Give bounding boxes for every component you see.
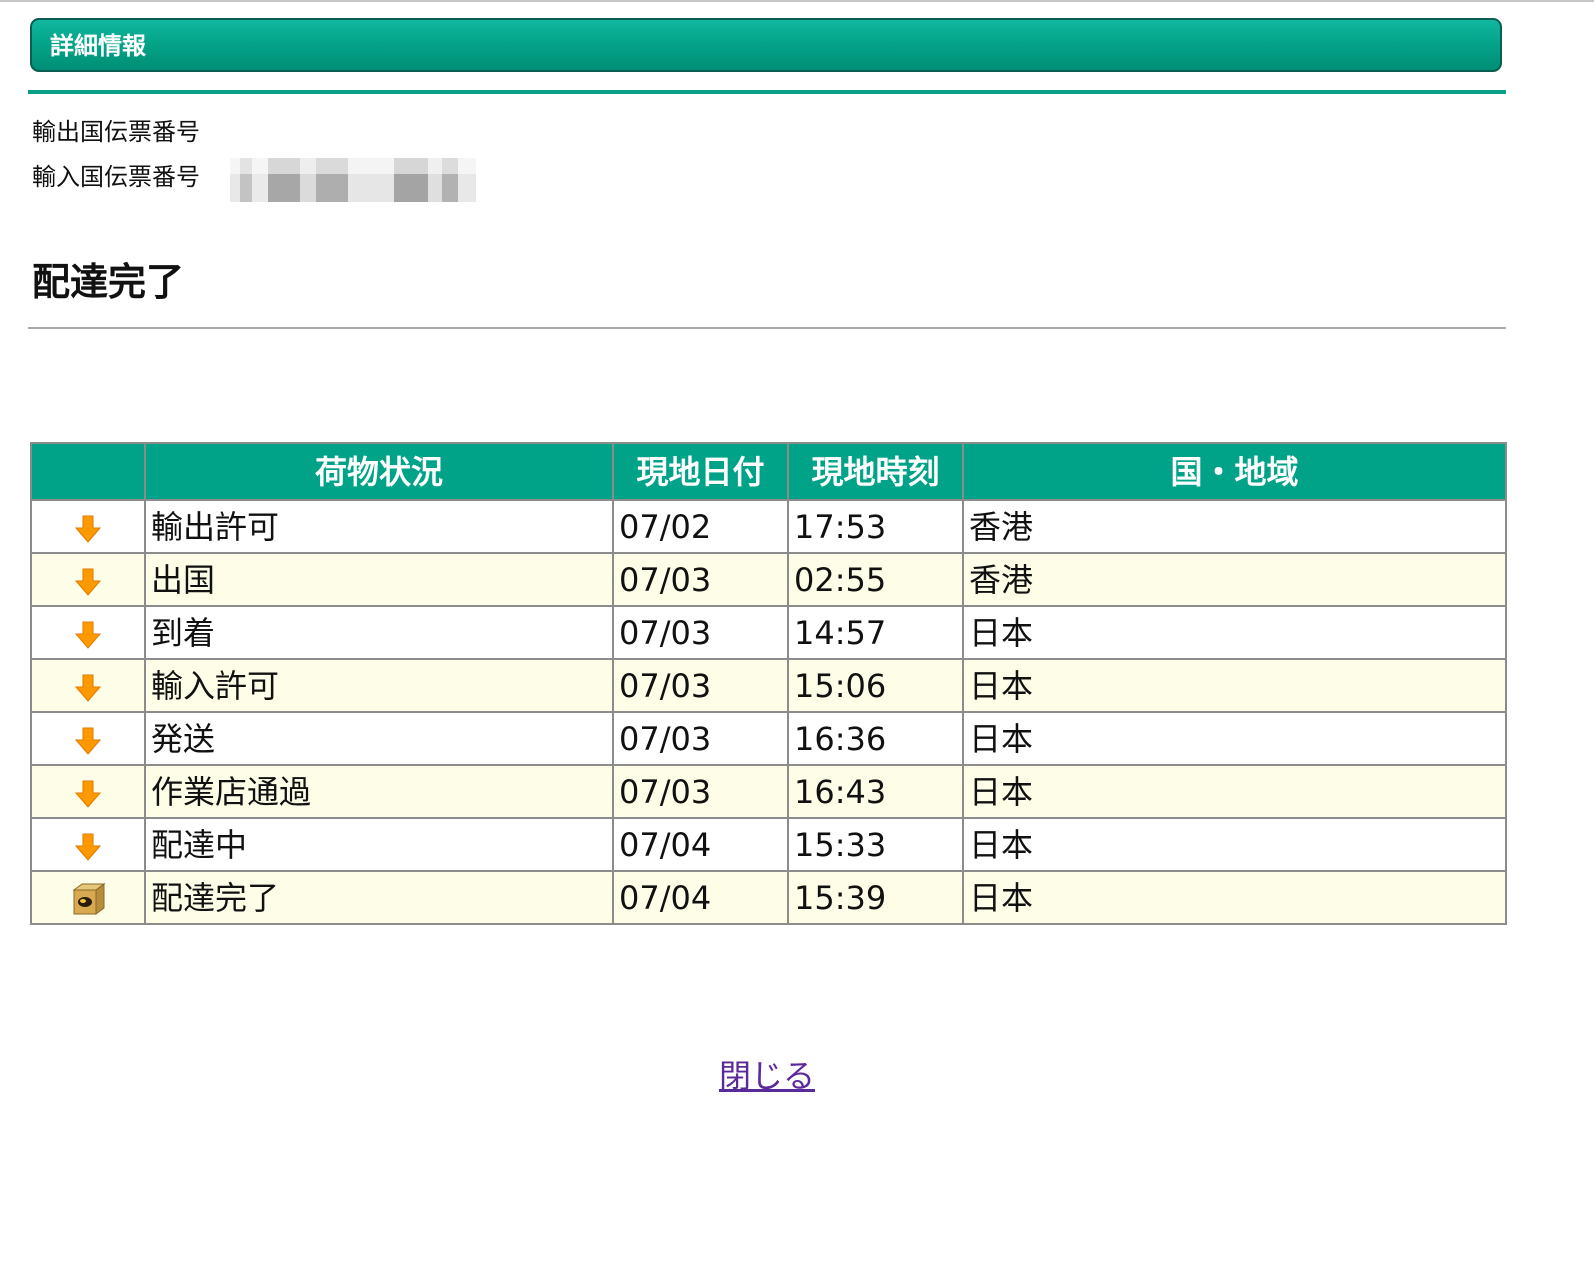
row-status: 輸出許可 xyxy=(144,499,614,554)
row-icon-cell xyxy=(30,764,146,819)
row-icon-cell xyxy=(30,605,146,660)
tracking-history-table: 荷物状況 現地日付 現地時刻 国・地域 輸出許可 07/02 17:53 香港 出国 07… xyxy=(30,442,1507,925)
row-time: 02:55 xyxy=(787,552,964,607)
header-icon xyxy=(30,442,146,501)
row-region: 香港 xyxy=(962,499,1507,554)
import-tracking-label: 輸入国伝票番号 xyxy=(32,163,200,191)
row-region: 日本 xyxy=(962,870,1507,925)
delivered-box-icon xyxy=(72,883,106,915)
row-icon-cell xyxy=(30,552,146,607)
delivery-status-heading: 配達完了 xyxy=(32,260,185,304)
row-date: 07/03 xyxy=(612,711,789,766)
close-link[interactable]: 閉じる xyxy=(719,1058,815,1094)
row-time: 17:53 xyxy=(787,499,964,554)
header-package-status: 荷物状況 xyxy=(144,442,614,501)
down-arrow-icon xyxy=(75,727,101,755)
row-region: 日本 xyxy=(962,658,1507,713)
row-status: 発送 xyxy=(144,711,614,766)
row-region: 日本 xyxy=(962,605,1507,660)
row-date: 07/03 xyxy=(612,552,789,607)
table-row: 作業店通過 07/03 16:43 日本 xyxy=(30,764,1507,819)
status-divider xyxy=(28,327,1506,329)
down-arrow-icon xyxy=(75,674,101,702)
table-row: 発送 07/03 16:36 日本 xyxy=(30,711,1507,766)
row-status: 作業店通過 xyxy=(144,764,614,819)
row-date: 07/03 xyxy=(612,658,789,713)
row-status: 配達中 xyxy=(144,817,614,872)
row-date: 07/04 xyxy=(612,817,789,872)
down-arrow-icon xyxy=(75,833,101,861)
header-local-time: 現地時刻 xyxy=(787,442,964,501)
row-time: 14:57 xyxy=(787,605,964,660)
export-tracking-label: 輸出国伝票番号 xyxy=(32,118,200,146)
down-arrow-icon xyxy=(75,621,101,649)
table-row: 輸入許可 07/03 15:06 日本 xyxy=(30,658,1507,713)
row-status: 到着 xyxy=(144,605,614,660)
banner-title: 詳細情報 xyxy=(50,32,146,60)
row-icon-cell xyxy=(30,658,146,713)
down-arrow-icon xyxy=(75,568,101,596)
row-icon-cell xyxy=(30,817,146,872)
table-row: 配達中 07/04 15:33 日本 xyxy=(30,817,1507,872)
table-row: 到着 07/03 14:57 日本 xyxy=(30,605,1507,660)
row-region: 日本 xyxy=(962,764,1507,819)
row-status: 輸入許可 xyxy=(144,658,614,713)
row-region: 香港 xyxy=(962,552,1507,607)
row-icon-cell xyxy=(30,499,146,554)
row-icon-cell xyxy=(30,711,146,766)
row-icon-cell xyxy=(30,870,146,925)
row-date: 07/04 xyxy=(612,870,789,925)
down-arrow-icon xyxy=(75,780,101,808)
down-arrow-icon xyxy=(75,515,101,543)
redacted-tracking-number xyxy=(230,158,476,202)
header-local-date: 現地日付 xyxy=(612,442,789,501)
table-row: 配達完了 07/04 15:39 日本 xyxy=(30,870,1507,925)
row-time: 15:39 xyxy=(787,870,964,925)
table-header-row: 荷物状況 現地日付 現地時刻 国・地域 xyxy=(30,442,1507,501)
row-time: 15:06 xyxy=(787,658,964,713)
table-row: 出国 07/03 02:55 香港 xyxy=(30,552,1507,607)
row-date: 07/03 xyxy=(612,764,789,819)
table-row: 輸出許可 07/02 17:53 香港 xyxy=(30,499,1507,554)
window-top-border xyxy=(0,0,1594,2)
row-status: 出国 xyxy=(144,552,614,607)
row-date: 07/03 xyxy=(612,605,789,660)
header-country-region: 国・地域 xyxy=(962,442,1507,501)
details-banner: 詳細情報 xyxy=(30,18,1502,72)
row-status: 配達完了 xyxy=(144,870,614,925)
row-time: 16:36 xyxy=(787,711,964,766)
row-region: 日本 xyxy=(962,817,1507,872)
row-date: 07/02 xyxy=(612,499,789,554)
row-region: 日本 xyxy=(962,711,1507,766)
banner-divider xyxy=(28,90,1506,94)
row-time: 15:33 xyxy=(787,817,964,872)
row-time: 16:43 xyxy=(787,764,964,819)
